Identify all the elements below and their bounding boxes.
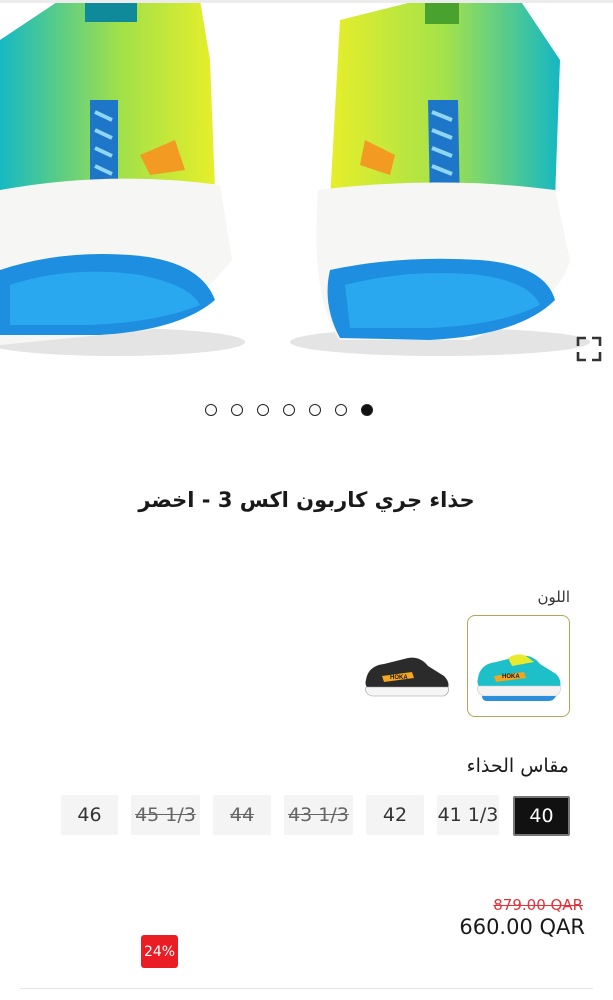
size-option-41-1-3[interactable]: 41 1/3 (437, 795, 499, 835)
gallery-dot-4[interactable] (283, 404, 295, 416)
gallery-dot-3[interactable] (257, 404, 269, 416)
gallery-pagination (205, 404, 373, 416)
size-option-46[interactable]: 46 (61, 795, 118, 835)
size-option-42[interactable]: 42 (366, 795, 424, 835)
gallery-dot-7[interactable] (361, 404, 373, 416)
gallery-dot-5[interactable] (309, 404, 321, 416)
size-option-45-1-3[interactable]: 45 1/3 (131, 795, 200, 835)
expand-icon (576, 336, 602, 362)
product-image-gallery[interactable] (0, 0, 613, 372)
size-option-44[interactable]: 44 (213, 795, 271, 835)
color-swatch-green[interactable]: HOKA (467, 615, 570, 717)
svg-text:HOKA: HOKA (502, 674, 520, 680)
fullscreen-button[interactable] (571, 331, 607, 367)
top-divider (0, 0, 613, 3)
green-shoe-thumbnail: HOKA (477, 654, 561, 701)
discount-badge: 24% (141, 935, 178, 968)
shoe-rear-view-image (0, 0, 590, 356)
size-option-43-1-3[interactable]: 43 1/3 (284, 795, 353, 835)
product-title: حذاء جري كاربون اكس 3 - اخضر (138, 488, 475, 512)
gallery-dot-1[interactable] (205, 404, 217, 416)
gallery-dot-6[interactable] (335, 404, 347, 416)
sale-price: 660.00 QAR (459, 915, 585, 939)
svg-text:HOKA: HOKA (390, 675, 408, 681)
bottom-divider (20, 988, 593, 989)
color-swatch-black[interactable]: HOKA (356, 630, 459, 732)
color-label: اللون (537, 588, 570, 606)
original-price: 879.00 QAR (493, 896, 583, 914)
gallery-dot-2[interactable] (231, 404, 243, 416)
black-shoe-thumbnail: HOKA (365, 657, 449, 697)
size-selector: 40 41 1/3 42 43 1/3 44 45 1/3 46 (0, 795, 613, 837)
size-option-40[interactable]: 40 (513, 796, 570, 836)
size-label: مقاس الحذاء (466, 755, 569, 777)
